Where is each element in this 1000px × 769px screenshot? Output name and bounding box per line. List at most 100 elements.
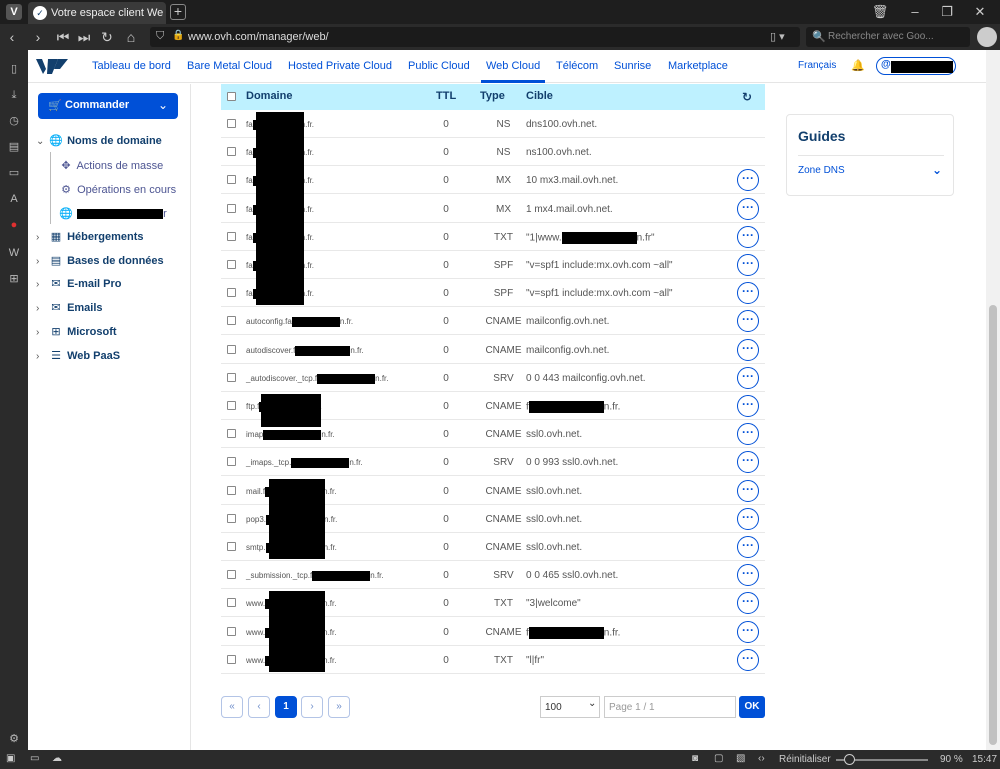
row-actions-button[interactable]: ··· (737, 423, 759, 446)
row-checkbox[interactable] (227, 147, 236, 157)
window-icon[interactable]: ▭ (7, 166, 21, 180)
browser-tab[interactable]: ✓ Votre espace client Web OVH (28, 2, 166, 24)
reload-icon[interactable]: ↻ (99, 28, 115, 46)
next-page-button[interactable]: › (301, 696, 323, 718)
table-row[interactable]: autodiscover.f n.fr. 0 CNAME mailconfig.ovh.… (221, 336, 765, 364)
settings-gear-icon[interactable]: ⚙ (7, 732, 21, 746)
ovh-logo-icon[interactable] (36, 57, 68, 75)
header-domain[interactable]: Domaine (246, 90, 292, 102)
refresh-icon[interactable]: ↻ (742, 90, 752, 104)
row-checkbox[interactable] (227, 316, 236, 326)
row-actions-button[interactable]: ··· (737, 564, 759, 587)
sidebar-item-web-paas[interactable]: › ☰ Web PaaS (36, 349, 120, 367)
row-checkbox[interactable] (227, 401, 236, 410)
row-checkbox[interactable] (227, 260, 236, 269)
camera-icon[interactable]: ◙ (692, 753, 698, 764)
row-actions-button[interactable]: ··· (737, 592, 759, 615)
scrollbar-thumb[interactable] (989, 305, 997, 745)
row-actions-button[interactable]: ··· (737, 395, 759, 417)
profile-avatar[interactable] (977, 27, 997, 47)
vivaldi-red-icon[interactable]: ● (7, 218, 21, 232)
header-type[interactable]: Type (480, 90, 505, 102)
row-checkbox[interactable] (227, 542, 236, 551)
table-row[interactable]: _imaps._tcp. n.fr. 0 SRV 0 0 993 ssl0.ovh.ne… (221, 448, 765, 477)
row-actions-button[interactable]: ··· (737, 648, 759, 671)
nav-telecom[interactable]: Télécom (556, 60, 598, 72)
scrollbar[interactable] (986, 50, 1000, 750)
sidebar-item-mass-actions[interactable]: ✥ Actions de masse (58, 159, 163, 177)
row-checkbox[interactable] (227, 485, 236, 495)
select-all-checkbox[interactable] (227, 92, 236, 101)
row-actions-button[interactable]: ··· (737, 366, 759, 389)
sidebar-item-microsoft[interactable]: › ⊞ Microsoft (36, 325, 117, 343)
page-number-input[interactable]: Page 1 / 1 (604, 696, 736, 718)
row-checkbox[interactable] (227, 175, 236, 185)
vivaldi-logo-icon[interactable]: V (6, 4, 22, 20)
row-actions-button[interactable]: ··· (737, 620, 759, 643)
wikipedia-icon[interactable]: W (7, 246, 21, 260)
row-actions-button[interactable]: ··· (737, 451, 759, 474)
trash-icon[interactable]: 🗑 (870, 3, 890, 21)
sidebar-item-hosting[interactable]: › ▦ Hébergements (36, 230, 143, 248)
chevron-down-icon[interactable]: ⌄ (932, 163, 942, 177)
current-page-button[interactable]: 1 (275, 696, 297, 718)
row-actions-button[interactable]: ··· (737, 310, 759, 333)
row-actions-button[interactable]: ··· (737, 338, 759, 361)
user-menu[interactable]: @ (876, 57, 956, 75)
cloud-icon[interactable]: ☁ (52, 753, 62, 764)
tiling-icon[interactable]: ▢ (714, 753, 723, 764)
new-tab-button[interactable]: + (170, 4, 186, 20)
notes-icon[interactable]: ▤ (7, 140, 21, 154)
url-field[interactable]: ⛉ 🔒 www.ovh.com/manager/web/ ▯ ▾ (150, 27, 800, 47)
nav-web-cloud[interactable]: Web Cloud (486, 60, 540, 72)
downloads-icon[interactable]: ⤓ (7, 88, 21, 102)
close-button[interactable]: ✕ (970, 3, 990, 21)
row-checkbox[interactable] (227, 457, 236, 467)
row-actions-button[interactable]: ··· (737, 225, 759, 248)
row-checkbox[interactable] (227, 654, 236, 664)
prev-page-button[interactable]: ‹ (248, 696, 270, 718)
row-actions-button[interactable]: ··· (737, 169, 759, 192)
header-target[interactable]: Cible (526, 90, 553, 102)
home-icon[interactable]: ⌂ (123, 28, 139, 46)
last-page-button[interactable]: » (328, 696, 350, 718)
nav-bare-metal-cloud[interactable]: Bare Metal Cloud (187, 60, 272, 72)
sidebar-item-domains[interactable]: ⌄ 🌐 Noms de domaine (36, 134, 162, 152)
table-row[interactable]: autoconfig.fa n.fr. 0 CNAME mailconfig.ovh.n… (221, 307, 765, 336)
fastforward-icon[interactable]: ⏭ (76, 28, 92, 46)
image-icon[interactable]: ▧ (736, 753, 745, 764)
row-actions-button[interactable]: ··· (737, 254, 759, 276)
table-row[interactable]: _autodiscover._tcp.f n.fr. 0 SRV 0 0 443 mai… (221, 364, 765, 392)
row-checkbox[interactable] (227, 570, 236, 580)
bell-icon[interactable]: 🔔 (851, 59, 865, 72)
row-checkbox[interactable] (227, 344, 236, 354)
guide-zone-dns[interactable]: Zone DNS (798, 165, 845, 176)
row-checkbox[interactable] (227, 119, 236, 128)
row-checkbox[interactable] (227, 372, 236, 382)
row-checkbox[interactable] (227, 231, 236, 241)
translate-icon[interactable]: A (7, 192, 21, 206)
code-icon[interactable]: ‹› (758, 753, 765, 764)
table-row[interactable]: _submission._tcp.f n.fr. 0 SRV 0 0 465 ssl0.… (221, 561, 765, 590)
rewind-icon[interactable]: ⏮ (55, 28, 71, 46)
nav-marketplace[interactable]: Marketplace (668, 60, 728, 72)
row-actions-button[interactable]: ··· (737, 507, 759, 530)
sidebar-item-email-pro[interactable]: › ✉ E-mail Pro (36, 277, 121, 295)
sidebar-item-databases[interactable]: › ▤ Bases de données (36, 254, 164, 272)
row-actions-button[interactable]: ··· (737, 536, 759, 558)
order-button[interactable]: 🛒 Commander ⌄ (38, 93, 178, 119)
language-selector[interactable]: Français (798, 60, 836, 71)
sidebar-item-emails[interactable]: › ✉ Emails (36, 301, 103, 319)
maximize-button[interactable]: ❐ (937, 3, 957, 21)
ok-button[interactable]: OK (739, 696, 765, 718)
search-input[interactable]: 🔍 Rechercher avec Goo... (806, 27, 970, 47)
back-icon[interactable]: ‹ (4, 28, 20, 46)
nav-sunrise[interactable]: Sunrise (614, 60, 651, 72)
panel-toggle-icon[interactable]: ▣ (6, 753, 15, 764)
nav-tableau-de-bord[interactable]: Tableau de bord (92, 60, 171, 72)
zoom-slider[interactable] (836, 754, 928, 765)
sidebar-item-domain[interactable]: 🌐 r (58, 207, 167, 225)
row-actions-button[interactable]: ··· (737, 479, 759, 502)
row-checkbox[interactable] (227, 513, 236, 523)
row-checkbox[interactable] (227, 203, 236, 213)
